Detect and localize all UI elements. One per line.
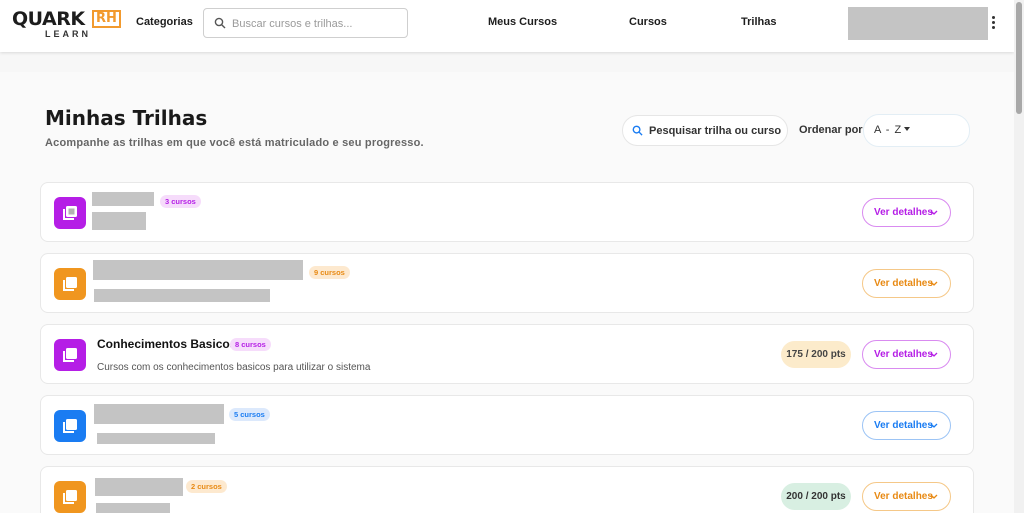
view-details-label: Ver detalhes: [874, 491, 933, 502]
view-details-button[interactable]: Ver detalhes: [862, 269, 951, 298]
description-placeholder: [94, 289, 270, 302]
search-icon: [214, 17, 226, 29]
points-badge: 200 / 200 pts: [781, 483, 851, 510]
view-details-label: Ver detalhes: [874, 420, 933, 431]
chevron-down-icon: [930, 423, 938, 428]
title-placeholder: [94, 404, 224, 424]
nav-cursos[interactable]: Cursos: [629, 16, 667, 28]
view-details-button[interactable]: Ver detalhes: [862, 482, 951, 511]
course-count-badge: 8 cursos: [230, 338, 271, 351]
stacked-pages-icon: [54, 410, 86, 442]
trail-title: Conhecimentos Basicos: [97, 337, 237, 351]
trail-card[interactable]: Conhecimentos Basicos 8 cursos Cursos co…: [40, 324, 974, 384]
view-details-button[interactable]: Ver detalhes: [862, 340, 951, 369]
view-details-button[interactable]: Ver detalhes: [862, 198, 951, 227]
chevron-down-icon: [930, 281, 938, 286]
stacked-pages-icon: [54, 197, 86, 229]
top-header: QUARK RH LEARN Categorias Meus Cursos Cu…: [0, 0, 1014, 52]
title-placeholder: [93, 260, 303, 280]
stacked-pages-icon: [54, 481, 86, 513]
user-profile-placeholder[interactable]: [848, 7, 988, 40]
view-details-label: Ver detalhes: [874, 349, 933, 360]
stacked-pages-icon: [54, 268, 86, 300]
logo-subtext: LEARN: [45, 29, 91, 39]
nav-meus-cursos[interactable]: Meus Cursos: [488, 16, 557, 28]
search-input[interactable]: [232, 14, 402, 34]
description-placeholder: [97, 433, 215, 444]
chevron-down-icon: [930, 352, 938, 357]
description-placeholder: [92, 212, 146, 230]
description-placeholder: [96, 503, 170, 513]
nav-trilhas[interactable]: Trilhas: [741, 16, 776, 28]
trail-card[interactable]: 5 cursos Ver detalhes: [40, 395, 974, 455]
view-details-label: Ver detalhes: [874, 207, 933, 218]
scrollbar-thumb[interactable]: [1016, 2, 1022, 114]
chevron-down-icon: [930, 494, 938, 499]
course-count-badge: 3 cursos: [160, 195, 201, 208]
page-title: Minhas Trilhas: [45, 106, 208, 130]
view-details-label: Ver detalhes: [874, 278, 933, 289]
title-placeholder: [95, 478, 183, 496]
stacked-pages-icon: [54, 339, 86, 371]
sort-label: Ordenar por: [799, 124, 863, 136]
sort-select[interactable]: A - Z: [863, 114, 970, 147]
quark-rh-logo[interactable]: QUARK RH LEARN: [12, 8, 122, 40]
trail-search-input[interactable]: [649, 122, 783, 140]
course-count-badge: 2 cursos: [186, 480, 227, 493]
page-subtitle: Acompanhe as trilhas em que você está ma…: [45, 137, 424, 149]
caret-down-icon: [904, 127, 910, 131]
chevron-down-icon: [930, 210, 938, 215]
view-details-button[interactable]: Ver detalhes: [862, 411, 951, 440]
trail-card[interactable]: 2 cursos 200 / 200 pts Ver detalhes: [40, 466, 974, 513]
header-search[interactable]: [203, 8, 408, 38]
trail-card[interactable]: 3 cursos Ver detalhes: [40, 182, 974, 242]
course-count-badge: 5 cursos: [229, 408, 270, 421]
logo-badge: RH: [92, 10, 121, 28]
search-icon: [632, 125, 643, 136]
trail-description: Cursos com os conhecimentos basicos para…: [97, 362, 371, 373]
page-scrollbar[interactable]: [1014, 0, 1024, 513]
logo-text: QUARK: [12, 8, 85, 30]
course-count-badge: 9 cursos: [309, 266, 350, 279]
sort-value: A - Z: [874, 124, 903, 136]
trail-card[interactable]: 9 cursos Ver detalhes: [40, 253, 974, 313]
title-placeholder: [92, 192, 154, 206]
trail-search[interactable]: [622, 115, 788, 146]
more-options-icon[interactable]: [990, 16, 996, 30]
categories-menu[interactable]: Categorias: [136, 16, 193, 28]
points-badge: 175 / 200 pts: [781, 341, 851, 368]
